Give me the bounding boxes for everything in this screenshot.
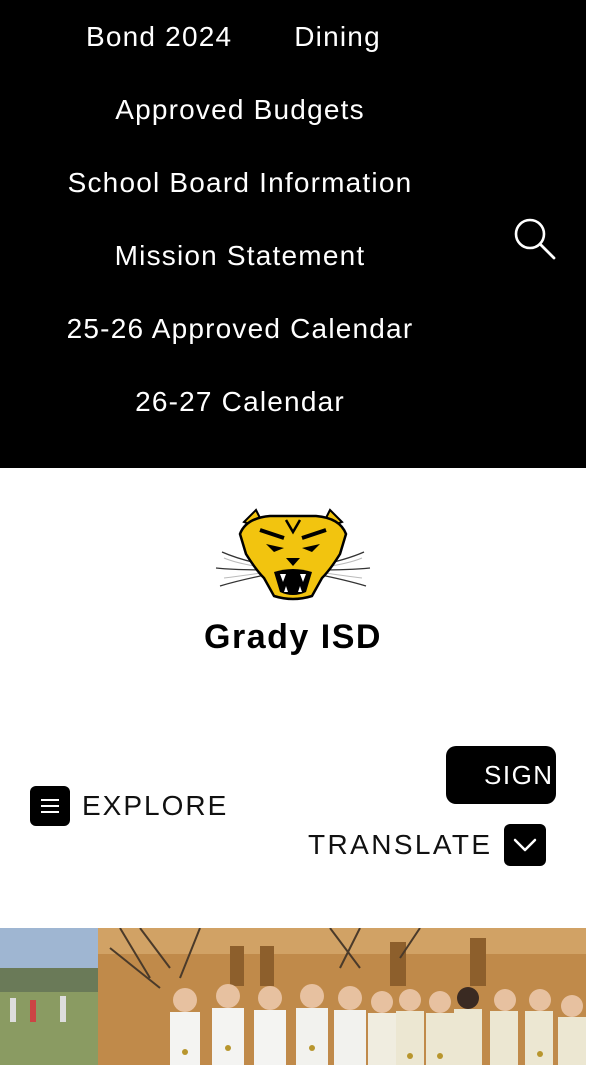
nav-link-dining[interactable]: Dining bbox=[294, 21, 381, 53]
hero-banner-image bbox=[0, 928, 586, 1065]
nav-row: Approved Budgets bbox=[0, 73, 480, 146]
explore-label: EXPLORE bbox=[82, 790, 229, 821]
sign-in-label: SIGN bbox=[484, 760, 554, 790]
nav-link-26-27-calendar[interactable]: 26-27 Calendar bbox=[135, 386, 345, 418]
top-navigation: Bond 2024 Dining Approved Budgets School… bbox=[0, 0, 586, 468]
hamburger-menu-icon bbox=[30, 786, 70, 826]
nav-row: Bond 2024 Dining bbox=[0, 0, 480, 73]
sign-in-button[interactable]: SIGN bbox=[446, 746, 556, 804]
school-name[interactable]: Grady ISD bbox=[0, 618, 586, 657]
translate-dropdown[interactable]: TRANSLATE bbox=[308, 824, 547, 866]
nav-row: Mission Statement bbox=[0, 219, 480, 292]
student-team-photo bbox=[0, 928, 586, 1065]
nav-link-bond-2024[interactable]: Bond 2024 bbox=[86, 21, 232, 53]
search-icon bbox=[514, 218, 556, 260]
translate-label: TRANSLATE bbox=[308, 829, 493, 860]
wildcat-mascot-logo-icon bbox=[215, 508, 371, 601]
school-logo[interactable] bbox=[200, 508, 386, 604]
nav-link-approved-budgets[interactable]: Approved Budgets bbox=[115, 94, 365, 126]
search-button[interactable] bbox=[506, 210, 562, 266]
chevron-down-icon bbox=[504, 824, 547, 866]
nav-links: Bond 2024 Dining Approved Budgets School… bbox=[0, 0, 480, 438]
nav-link-mission-statement[interactable]: Mission Statement bbox=[115, 240, 366, 272]
nav-link-school-board-information[interactable]: School Board Information bbox=[68, 167, 413, 199]
nav-row: School Board Information bbox=[0, 146, 480, 219]
nav-row: 25-26 Approved Calendar bbox=[0, 292, 480, 365]
explore-menu-button[interactable]: EXPLORE bbox=[30, 786, 228, 826]
nav-row: 26-27 Calendar bbox=[0, 365, 480, 438]
nav-link-25-26-approved-calendar[interactable]: 25-26 Approved Calendar bbox=[67, 313, 414, 345]
